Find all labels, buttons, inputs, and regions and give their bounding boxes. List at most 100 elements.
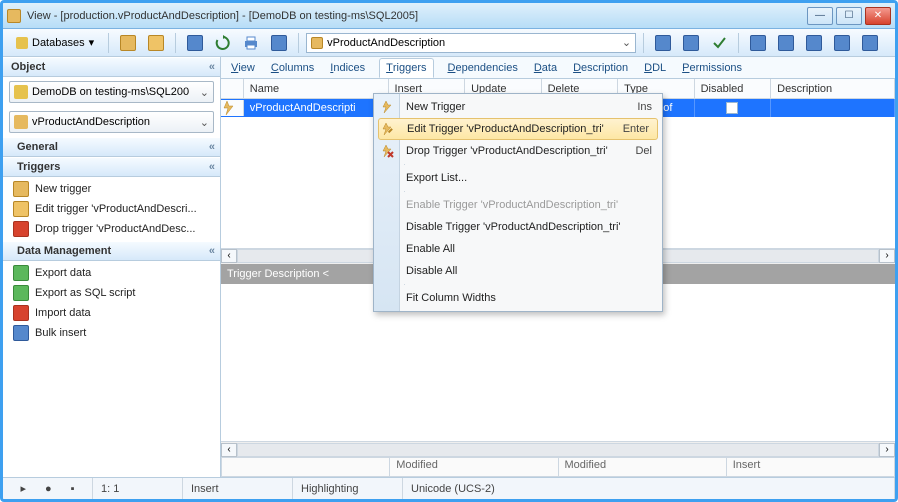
sidebar-item-edit-trigger[interactable]: Edit trigger 'vProductAndDescri...	[3, 199, 220, 219]
app-icon	[7, 9, 21, 23]
general-header[interactable]: General «	[3, 137, 220, 157]
scroll-track[interactable]	[237, 443, 879, 457]
cell-description[interactable]	[771, 99, 895, 117]
lightning-delete-icon	[13, 221, 29, 237]
view-icon	[311, 37, 323, 49]
print-button[interactable]	[239, 33, 263, 53]
triggers-label: Triggers	[17, 161, 60, 173]
object-combo[interactable]: vProductAndDescription ⌄	[306, 33, 636, 53]
chevron-down-icon: ⌄	[622, 36, 631, 49]
tb-action1[interactable]	[651, 33, 675, 53]
encoding-indicator[interactable]: Unicode (UCS-2)	[403, 478, 895, 499]
table-icon	[683, 35, 699, 51]
info-boxes: Modified Modified Insert	[221, 457, 895, 477]
tb-e[interactable]	[858, 33, 882, 53]
menu-item[interactable]: New TriggerIns	[376, 96, 660, 118]
object-header[interactable]: Object «	[3, 57, 220, 77]
menu-item[interactable]: Disable All	[376, 260, 660, 282]
export-sql-icon	[13, 285, 29, 301]
cell-name[interactable]: vProductAndDescripti	[244, 99, 389, 117]
scroll-right-button[interactable]: ›	[879, 249, 895, 263]
tb-b[interactable]	[774, 33, 798, 53]
db-selector[interactable]: DemoDB on testing-ms\SQL200 ⌄	[9, 81, 214, 103]
sidebar-item-new-trigger[interactable]: New trigger	[3, 179, 220, 199]
options-button[interactable]	[267, 33, 291, 53]
menu-item[interactable]: Drop Trigger 'vProductAndDescription_tri…	[376, 140, 660, 162]
general-label: General	[17, 141, 58, 153]
scroll-right-button[interactable]: ›	[879, 443, 895, 457]
collapse-chevron-icon: «	[209, 141, 212, 153]
tab-description[interactable]: Description	[571, 58, 630, 78]
menu-item[interactable]: Disable Trigger 'vProductAndDescription_…	[376, 216, 660, 238]
tab-ddl[interactable]: DDL	[642, 58, 668, 78]
menu-item[interactable]: Edit Trigger 'vProductAndDescription_tri…	[378, 118, 658, 140]
menu-item-label: Disable All	[406, 265, 457, 277]
triggers-header[interactable]: Triggers «	[3, 157, 220, 177]
window-title: View - [production.vProductAndDescriptio…	[27, 10, 807, 22]
sidebar-item-drop-trigger[interactable]: Drop trigger 'vProductAndDesc...	[3, 219, 220, 239]
menu-item[interactable]: Export List...	[376, 167, 660, 189]
tab-permissions[interactable]: Permissions	[680, 58, 744, 78]
highlighting-mode[interactable]: Highlighting	[293, 478, 403, 499]
tab-dependencies[interactable]: Dependencies	[446, 58, 520, 78]
menu-item[interactable]: Fit Column Widths	[376, 287, 660, 309]
separator	[108, 33, 109, 53]
arrow-end-icon[interactable]: ▪	[71, 483, 75, 495]
sidebar-item-export-data[interactable]: Export data	[3, 263, 220, 283]
menu-item-label: New Trigger	[406, 101, 465, 113]
tab-columns[interactable]: Columns	[269, 58, 316, 78]
column-header-description[interactable]: Description	[771, 79, 895, 98]
grid-corner	[221, 79, 244, 98]
new-button[interactable]	[116, 33, 140, 53]
scroll-left-button[interactable]: ‹	[221, 249, 237, 263]
refresh-button[interactable]	[211, 33, 235, 53]
tab-indices[interactable]: Indices	[328, 58, 367, 78]
tb-commit[interactable]	[707, 33, 731, 53]
db-selector-value: DemoDB on testing-ms\SQL200	[32, 86, 189, 98]
menu-item-label: Disable Trigger 'vProductAndDescription_…	[406, 221, 621, 233]
column-header-disabled[interactable]: Disabled	[695, 79, 772, 98]
horizontal-scrollbar-2[interactable]: ‹ ›	[221, 441, 895, 457]
sidebar-item-bulk-insert[interactable]: Bulk insert	[3, 323, 220, 343]
tb-d[interactable]	[830, 33, 854, 53]
titlebar[interactable]: View - [production.vProductAndDescriptio…	[3, 3, 895, 29]
sidebar-item-import-data[interactable]: Import data	[3, 303, 220, 323]
record-dot-icon[interactable]: ●	[45, 483, 52, 495]
sidebar-item-label: Import data	[35, 307, 91, 319]
menu-item-label: Fit Column Widths	[406, 292, 496, 304]
minimize-button[interactable]: —	[807, 7, 833, 25]
tb-a[interactable]	[746, 33, 770, 53]
data-mgmt-header[interactable]: Data Management «	[3, 241, 220, 261]
tab-view[interactable]: View	[229, 58, 257, 78]
pager[interactable]: ▸ ● ▪	[3, 478, 93, 499]
object-label: Object	[11, 61, 45, 73]
sidebar-item-export-sql[interactable]: Export as SQL script	[3, 283, 220, 303]
pencil-icon	[148, 35, 164, 51]
edit-button[interactable]	[144, 33, 168, 53]
maximize-button[interactable]: ☐	[836, 7, 862, 25]
scroll-left-button[interactable]: ‹	[221, 443, 237, 457]
tb-c[interactable]	[802, 33, 826, 53]
menu-separator	[404, 164, 405, 165]
new-icon	[380, 100, 394, 114]
database-icon	[14, 85, 28, 99]
cell-disabled[interactable]	[695, 99, 772, 117]
tab-triggers[interactable]: Triggers	[379, 58, 433, 78]
menu-item-label: Enable All	[406, 243, 455, 255]
row-indicator	[221, 100, 244, 116]
databases-dropdown[interactable]: Databases ▾	[9, 33, 101, 53]
view-selector[interactable]: vProductAndDescription ⌄	[9, 111, 214, 133]
tb-action2[interactable]	[679, 33, 703, 53]
trigger-description-label: Trigger Description <	[227, 268, 329, 280]
ext1-icon	[806, 35, 822, 51]
data-mgmt-actions: Export data Export as SQL script Import …	[3, 261, 220, 345]
arrow-left-icon[interactable]: ▸	[20, 482, 26, 495]
close-button[interactable]: ✕	[865, 7, 891, 25]
edit-mode[interactable]: Insert	[183, 478, 293, 499]
stats-button[interactable]	[183, 33, 207, 53]
tab-data[interactable]: Data	[532, 58, 559, 78]
chevron-down-icon: ▾	[89, 36, 95, 49]
menu-item[interactable]: Enable All	[376, 238, 660, 260]
column-header-name[interactable]: Name	[244, 79, 389, 98]
new-icon	[120, 35, 136, 51]
